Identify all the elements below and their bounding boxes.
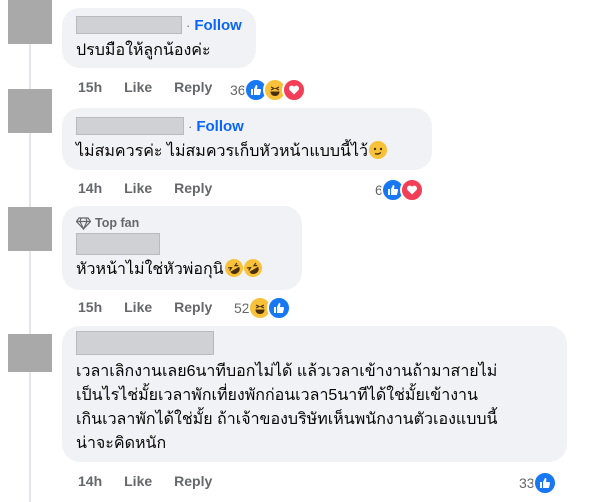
comment-bubble: · Follow ปรบมือให้ลูกน้องค่ะ — [62, 8, 256, 68]
love-icon — [399, 178, 424, 202]
comment-bubble: · Follow ไม่สมควรค่ะ ไม่สมควรเก็บหัวหน้า… — [62, 108, 432, 170]
rofl-emoji-icon — [240, 255, 265, 281]
reaction-summary[interactable]: 52 — [234, 296, 291, 320]
timestamp[interactable]: 14h — [78, 473, 102, 489]
separator: · — [188, 118, 193, 134]
comment-bubble: Top fan หัวหน้าไม่ใช่หัวพ่อกุนิ — [62, 206, 302, 290]
reaction-summary[interactable]: 36 — [230, 78, 306, 102]
avatar[interactable] — [8, 0, 52, 44]
comment-text-line: น่าจะคิดหนัก — [76, 435, 167, 452]
timestamp[interactable]: 14h — [78, 180, 102, 196]
diamond-icon — [76, 216, 91, 230]
reaction-summary[interactable]: 6 — [375, 178, 424, 202]
like-icon — [266, 296, 291, 320]
avatar[interactable] — [8, 334, 52, 372]
comment-text: เวลาเลิกงานเลย6นาทีบอกไม่ได้ แล้วเวลาเข้… — [76, 360, 553, 456]
love-icon — [281, 78, 306, 102]
comment-text-line: เกินเวลาพักได้ใช่มั้ย ถ้าเจ้าของบริษัทเห… — [76, 411, 498, 428]
comment-text: หัวหน้าไม่ใช่หัวพ่อกุนิ — [76, 261, 224, 278]
like-icon — [532, 471, 557, 495]
smirk-emoji-icon — [369, 141, 388, 159]
redacted-name[interactable] — [76, 16, 182, 34]
comment-bubble: เวลาเลิกงานเลย6นาทีบอกไม่ได้ แล้วเวลาเข้… — [62, 326, 567, 462]
redacted-name[interactable] — [76, 117, 184, 135]
top-fan-badge: Top fan — [76, 214, 288, 232]
follow-button[interactable]: Follow — [196, 118, 244, 135]
timestamp[interactable]: 15h — [78, 299, 102, 315]
comment-text-line: เป็นไรไช่มั้ยเวลาพักเที่ยงพักก่อนเวลา5นา… — [76, 387, 478, 404]
avatar[interactable] — [8, 89, 52, 133]
redacted-name[interactable] — [76, 331, 214, 355]
comment-actions: 15h Like Reply — [78, 79, 234, 95]
reply-button[interactable]: Reply — [174, 299, 212, 315]
comment-actions: 14h Like Reply — [78, 473, 234, 489]
reply-button[interactable]: Reply — [174, 473, 212, 489]
top-fan-label: Top fan — [95, 216, 140, 230]
comment-actions: 14h Like Reply — [78, 180, 234, 196]
reply-button[interactable]: Reply — [174, 79, 212, 95]
reaction-summary[interactable]: 33 — [519, 471, 557, 495]
avatar[interactable] — [8, 207, 52, 251]
reply-button[interactable]: Reply — [174, 180, 212, 196]
thread-line — [29, 0, 31, 502]
follow-button[interactable]: Follow — [194, 17, 242, 34]
comment-text-line: เวลาเลิกงานเลย6นาทีบอกไม่ได้ แล้วเวลาเข้… — [76, 363, 498, 380]
comment-actions: 15h Like Reply — [78, 299, 234, 315]
timestamp[interactable]: 15h — [78, 79, 102, 95]
like-button[interactable]: Like — [124, 299, 152, 315]
separator: · — [186, 17, 191, 33]
like-button[interactable]: Like — [124, 180, 152, 196]
like-button[interactable]: Like — [124, 79, 152, 95]
redacted-name[interactable] — [76, 233, 160, 255]
like-button[interactable]: Like — [124, 473, 152, 489]
comment-text: ปรบมือให้ลูกน้องค่ะ — [76, 42, 211, 59]
comment-text: ไม่สมควรค่ะ ไม่สมควรเก็บหัวหน้าแบบนี้ไว้ — [76, 143, 369, 160]
